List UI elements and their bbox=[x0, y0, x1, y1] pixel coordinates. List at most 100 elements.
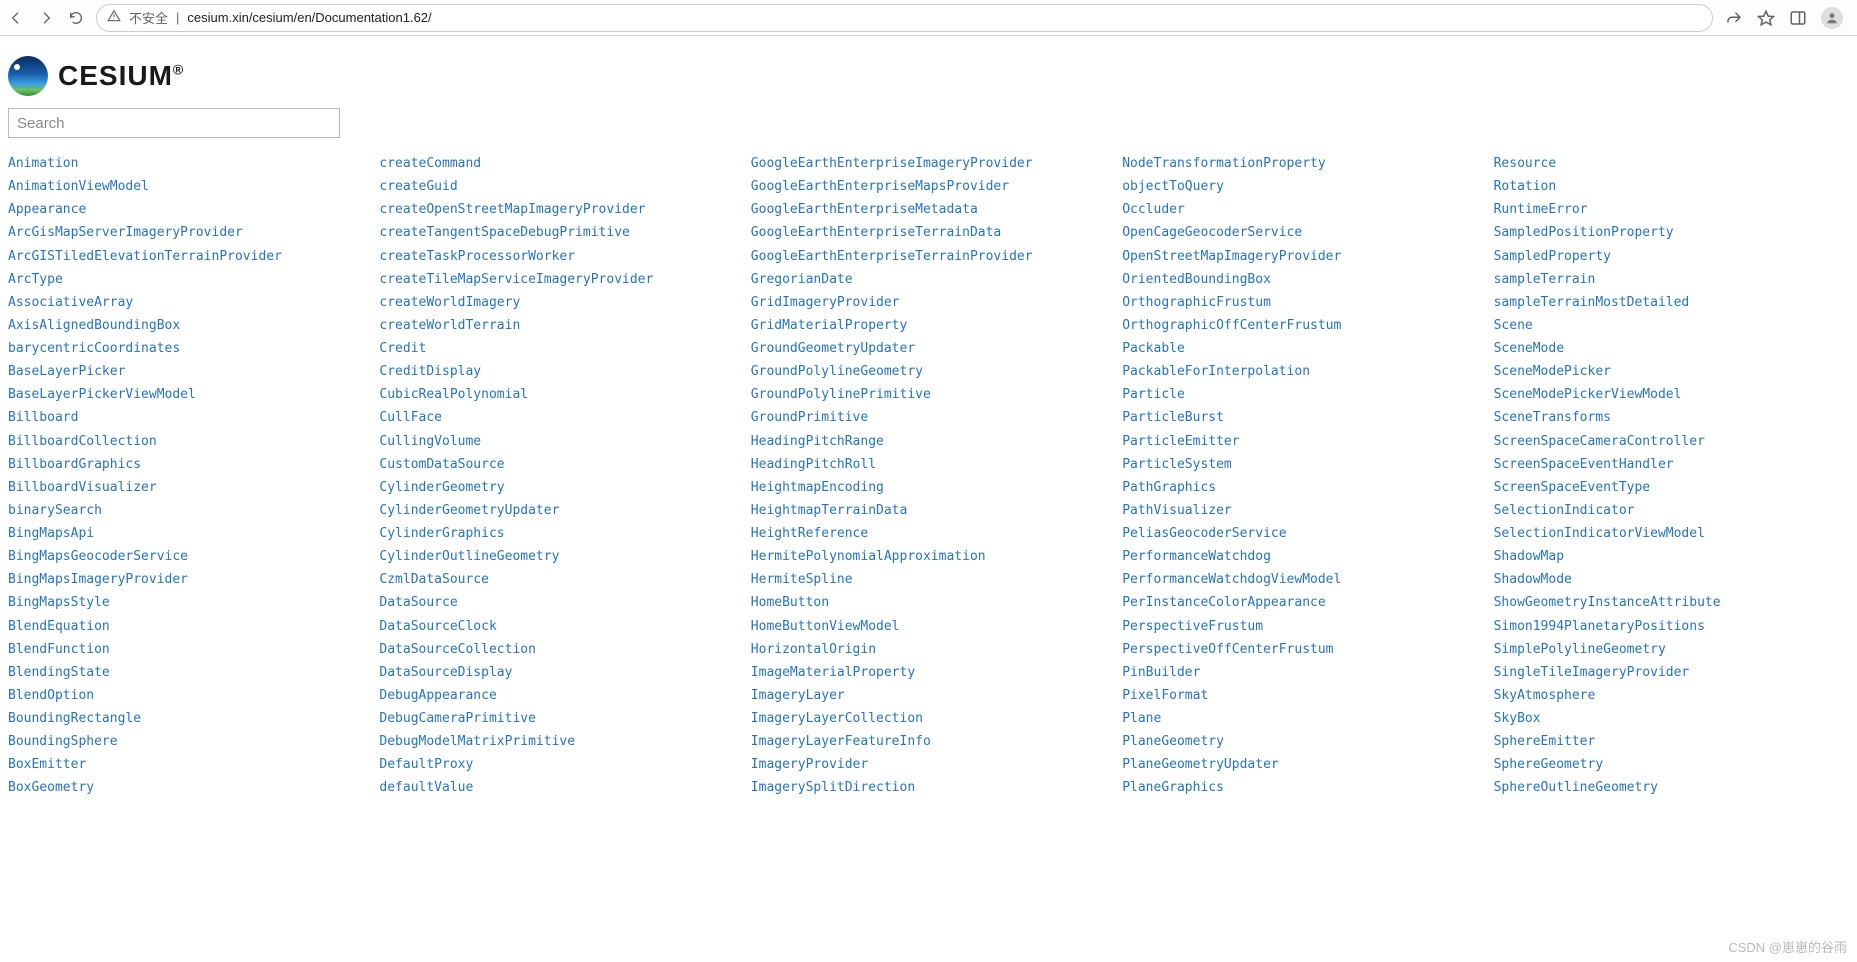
api-link[interactable]: HorizontalOrigin bbox=[751, 638, 1106, 661]
api-link[interactable]: GroundGeometryUpdater bbox=[751, 337, 1106, 360]
api-link[interactable]: RuntimeError bbox=[1494, 198, 1849, 221]
api-link[interactable]: CylinderGeometryUpdater bbox=[379, 499, 734, 522]
api-link[interactable]: AssociativeArray bbox=[8, 291, 363, 314]
api-link[interactable]: PlaneGeometry bbox=[1122, 730, 1477, 753]
api-link[interactable]: Billboard bbox=[8, 406, 363, 429]
api-link[interactable]: ParticleBurst bbox=[1122, 406, 1477, 429]
api-link[interactable]: HeadingPitchRoll bbox=[751, 453, 1106, 476]
reload-icon[interactable] bbox=[68, 10, 84, 26]
api-link[interactable]: HeightReference bbox=[751, 522, 1106, 545]
api-link[interactable]: BillboardVisualizer bbox=[8, 476, 363, 499]
api-link[interactable]: CylinderGraphics bbox=[379, 522, 734, 545]
forward-icon[interactable] bbox=[38, 10, 54, 26]
api-link[interactable]: ImageryLayer bbox=[751, 684, 1106, 707]
api-link[interactable]: GroundPolylinePrimitive bbox=[751, 383, 1106, 406]
api-link[interactable]: PathVisualizer bbox=[1122, 499, 1477, 522]
api-link[interactable]: SphereEmitter bbox=[1494, 730, 1849, 753]
api-link[interactable]: DataSource bbox=[379, 591, 734, 614]
star-icon[interactable] bbox=[1757, 9, 1775, 27]
api-link[interactable]: OpenStreetMapImageryProvider bbox=[1122, 245, 1477, 268]
api-link[interactable]: ArcGISTiledElevationTerrainProvider bbox=[8, 245, 363, 268]
api-link[interactable]: CustomDataSource bbox=[379, 453, 734, 476]
api-link[interactable]: ShowGeometryInstanceAttribute bbox=[1494, 591, 1849, 614]
api-link[interactable]: PixelFormat bbox=[1122, 684, 1477, 707]
api-link[interactable]: SampledProperty bbox=[1494, 245, 1849, 268]
api-link[interactable]: GroundPolylineGeometry bbox=[751, 360, 1106, 383]
api-link[interactable]: CreditDisplay bbox=[379, 360, 734, 383]
api-link[interactable]: BoxGeometry bbox=[8, 776, 363, 799]
api-link[interactable]: HermiteSpline bbox=[751, 568, 1106, 591]
api-link[interactable]: ImageryProvider bbox=[751, 753, 1106, 776]
api-link[interactable]: BlendOption bbox=[8, 684, 363, 707]
api-link[interactable]: HeadingPitchRange bbox=[751, 430, 1106, 453]
api-link[interactable]: BoundingSphere bbox=[8, 730, 363, 753]
api-link[interactable]: SceneTransforms bbox=[1494, 406, 1849, 429]
api-link[interactable]: createWorldTerrain bbox=[379, 314, 734, 337]
api-link[interactable]: BingMapsStyle bbox=[8, 591, 363, 614]
api-link[interactable]: OrientedBoundingBox bbox=[1122, 268, 1477, 291]
api-link[interactable]: ShadowMode bbox=[1494, 568, 1849, 591]
api-link[interactable]: GoogleEarthEnterpriseMetadata bbox=[751, 198, 1106, 221]
api-link[interactable]: GoogleEarthEnterpriseTerrainProvider bbox=[751, 245, 1106, 268]
api-link[interactable]: PerInstanceColorAppearance bbox=[1122, 591, 1477, 614]
api-link[interactable]: BlendEquation bbox=[8, 615, 363, 638]
api-link[interactable]: PathGraphics bbox=[1122, 476, 1477, 499]
api-link[interactable]: Particle bbox=[1122, 383, 1477, 406]
api-link[interactable]: PlaneGeometryUpdater bbox=[1122, 753, 1477, 776]
api-link[interactable]: SingleTileImageryProvider bbox=[1494, 661, 1849, 684]
api-link[interactable]: createTileMapServiceImageryProvider bbox=[379, 268, 734, 291]
api-link[interactable]: BlendFunction bbox=[8, 638, 363, 661]
api-link[interactable]: DataSourceClock bbox=[379, 615, 734, 638]
api-link[interactable]: HomeButton bbox=[751, 591, 1106, 614]
api-link[interactable]: Credit bbox=[379, 337, 734, 360]
api-link[interactable]: DataSourceDisplay bbox=[379, 661, 734, 684]
api-link[interactable]: objectToQuery bbox=[1122, 175, 1477, 198]
api-link[interactable]: CubicRealPolynomial bbox=[379, 383, 734, 406]
api-link[interactable]: ImagerySplitDirection bbox=[751, 776, 1106, 799]
address-bar[interactable]: 不安全 | cesium.xin/cesium/en/Documentation… bbox=[96, 4, 1713, 32]
api-link[interactable]: BlendingState bbox=[8, 661, 363, 684]
api-link[interactable]: SelectionIndicatorViewModel bbox=[1494, 522, 1849, 545]
api-link[interactable]: BoundingRectangle bbox=[8, 707, 363, 730]
api-link[interactable]: ImageMaterialProperty bbox=[751, 661, 1106, 684]
api-link[interactable]: Scene bbox=[1494, 314, 1849, 337]
api-link[interactable]: HermitePolynomialApproximation bbox=[751, 545, 1106, 568]
api-link[interactable]: ParticleSystem bbox=[1122, 453, 1477, 476]
api-link[interactable]: barycentricCoordinates bbox=[8, 337, 363, 360]
api-link[interactable]: ImageryLayerFeatureInfo bbox=[751, 730, 1106, 753]
api-link[interactable]: BillboardGraphics bbox=[8, 453, 363, 476]
api-link[interactable]: createWorldImagery bbox=[379, 291, 734, 314]
api-link[interactable]: sampleTerrain bbox=[1494, 268, 1849, 291]
api-link[interactable]: DataSourceCollection bbox=[379, 638, 734, 661]
api-link[interactable]: SampledPositionProperty bbox=[1494, 221, 1849, 244]
api-link[interactable]: SceneModePicker bbox=[1494, 360, 1849, 383]
api-link[interactable]: DebugCameraPrimitive bbox=[379, 707, 734, 730]
api-link[interactable]: OrthographicFrustum bbox=[1122, 291, 1477, 314]
api-link[interactable]: sampleTerrainMostDetailed bbox=[1494, 291, 1849, 314]
api-link[interactable]: GoogleEarthEnterpriseMapsProvider bbox=[751, 175, 1106, 198]
api-link[interactable]: ArcType bbox=[8, 268, 363, 291]
api-link[interactable]: GoogleEarthEnterpriseTerrainData bbox=[751, 221, 1106, 244]
api-link[interactable]: createTangentSpaceDebugPrimitive bbox=[379, 221, 734, 244]
api-link[interactable]: SphereOutlineGeometry bbox=[1494, 776, 1849, 799]
search-input[interactable] bbox=[8, 108, 340, 138]
api-link[interactable]: NodeTransformationProperty bbox=[1122, 152, 1477, 175]
api-link[interactable]: CullingVolume bbox=[379, 430, 734, 453]
api-link[interactable]: createCommand bbox=[379, 152, 734, 175]
api-link[interactable]: binarySearch bbox=[8, 499, 363, 522]
api-link[interactable]: ScreenSpaceCameraController bbox=[1494, 430, 1849, 453]
api-link[interactable]: GridMaterialProperty bbox=[751, 314, 1106, 337]
side-panel-icon[interactable] bbox=[1789, 9, 1807, 27]
api-link[interactable]: PerspectiveFrustum bbox=[1122, 615, 1477, 638]
api-link[interactable]: Resource bbox=[1494, 152, 1849, 175]
api-link[interactable]: createTaskProcessorWorker bbox=[379, 245, 734, 268]
api-link[interactable]: createGuid bbox=[379, 175, 734, 198]
api-link[interactable]: BingMapsApi bbox=[8, 522, 363, 545]
api-link[interactable]: ScreenSpaceEventHandler bbox=[1494, 453, 1849, 476]
api-link[interactable]: PerformanceWatchdogViewModel bbox=[1122, 568, 1477, 591]
api-link[interactable]: DefaultProxy bbox=[379, 753, 734, 776]
api-link[interactable]: HeightmapEncoding bbox=[751, 476, 1106, 499]
api-link[interactable]: ScreenSpaceEventType bbox=[1494, 476, 1849, 499]
api-link[interactable]: Animation bbox=[8, 152, 363, 175]
api-link[interactable]: GridImageryProvider bbox=[751, 291, 1106, 314]
